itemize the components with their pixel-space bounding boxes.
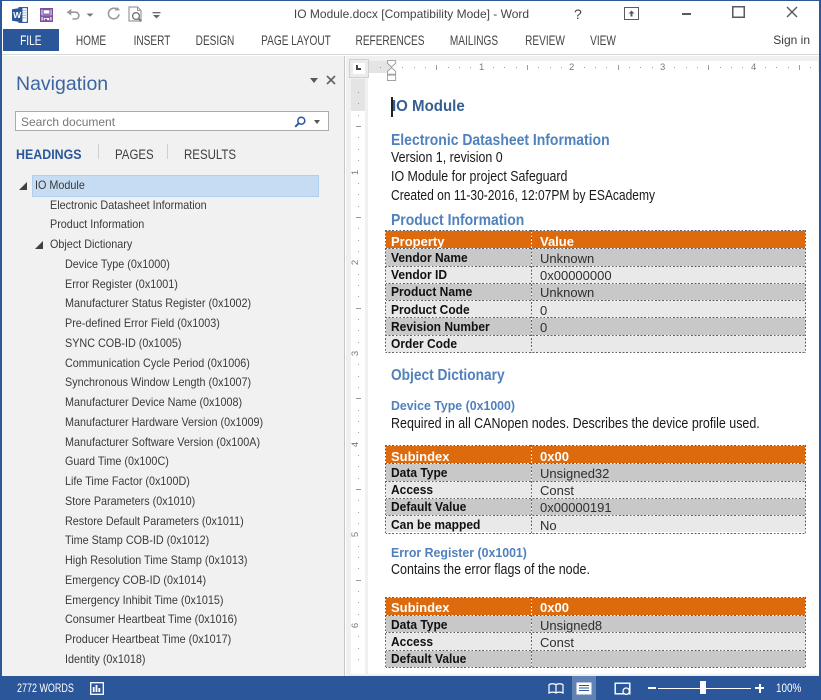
svg-text:W: W — [13, 10, 22, 20]
